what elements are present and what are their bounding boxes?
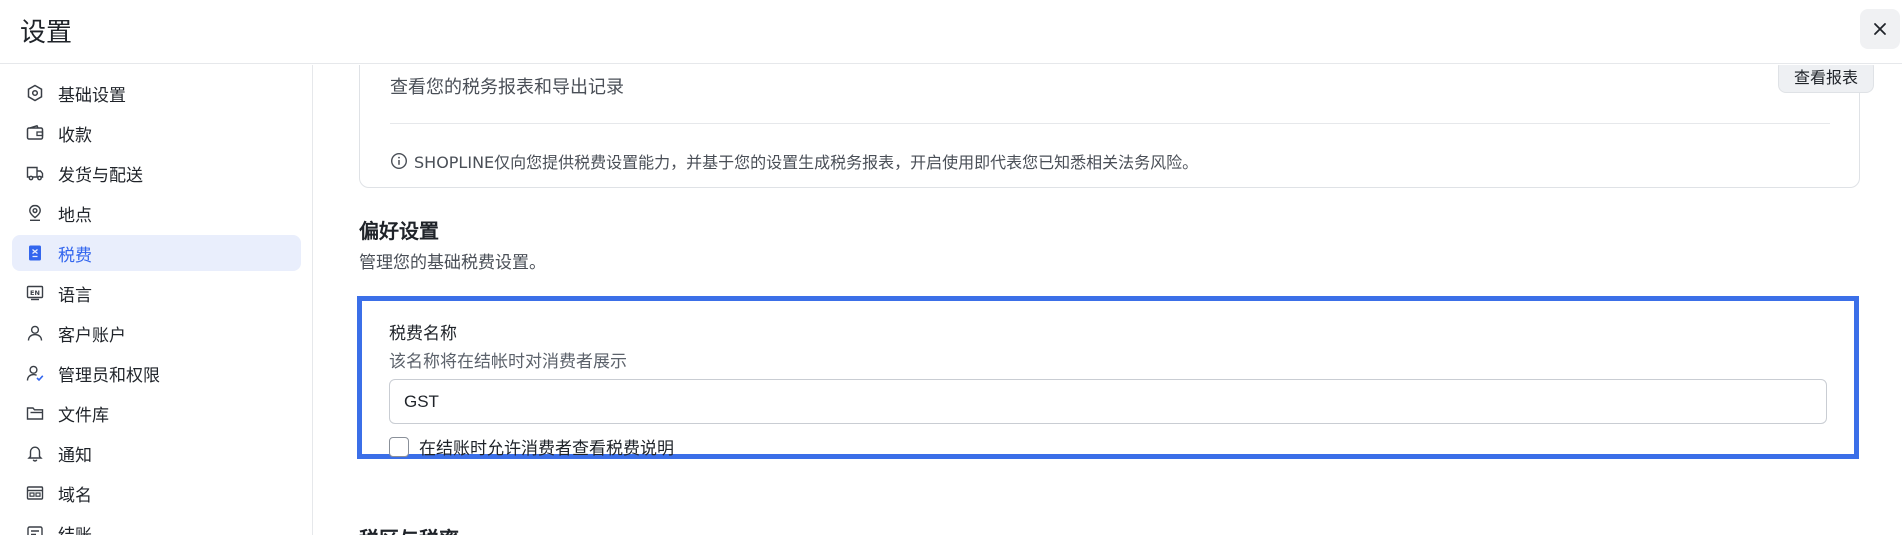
report-description: 查看您的税务报表和导出记录 (390, 77, 624, 98)
notice-text: SHOPLINE仅向您提供税费设置能力，并基于您的设置生成税务报表，开启使用即代… (414, 153, 1199, 172)
close-button[interactable] (1860, 9, 1900, 49)
info-icon (390, 152, 408, 170)
sidebar-item-taxes[interactable]: 税费 (12, 235, 301, 271)
sidebar-item-label: 收款 (58, 125, 92, 146)
sidebar-item-label: 客户账户 (58, 325, 126, 346)
tax-name-card: 税费名称 该名称将在结帐时对消费者展示 在结账时允许消费者查看税费说明 (357, 296, 1859, 459)
tax-receipt-icon (26, 244, 44, 262)
sidebar-item-shipping[interactable]: 发货与配送 (12, 155, 301, 191)
settings-main: 查看您的税务报表和导出记录 查看报表 SHOPLINE仅向您提供税费设置能力，并… (314, 65, 1902, 535)
checkbox-label: 在结账时允许消费者查看税费说明 (419, 439, 674, 459)
svg-text:EN: EN (30, 289, 40, 297)
tax-regions-title: 税区与税率 (359, 523, 459, 535)
sidebar-item-label: 基础设置 (58, 85, 126, 106)
sidebar-item-notifications[interactable]: 通知 (12, 435, 301, 471)
tax-report-card: 查看您的税务报表和导出记录 查看报表 SHOPLINE仅向您提供税费设置能力，并… (359, 65, 1874, 188)
show-tax-description-checkbox[interactable] (389, 436, 409, 457)
sidebar-item-file-library[interactable]: 文件库 (12, 395, 301, 431)
sidebar-item-label: 结账 (58, 521, 92, 535)
sidebar-item-label: 通知 (58, 445, 92, 466)
sidebar-item-admins-permissions[interactable]: 管理员和权限 (12, 355, 301, 391)
sidebar-item-customer-accounts[interactable]: 客户账户 (12, 315, 301, 351)
settings-sidebar: 基础设置 收款 发货与配送 地点 税费 EN 语言 客户账户 管理员和权限 文件… (0, 65, 313, 535)
user-check-icon (26, 364, 44, 382)
sidebar-item-basic-settings[interactable]: 基础设置 (12, 75, 301, 111)
checkout-icon (26, 524, 44, 535)
domain-icon (26, 484, 44, 502)
preferences-description: 管理您的基础税费设置。 (359, 253, 546, 273)
sidebar-item-label: 税费 (58, 245, 92, 266)
sidebar-item-label: 文件库 (58, 405, 109, 426)
tax-name-label: 税费名称 (389, 324, 457, 344)
sidebar-item-label: 管理员和权限 (58, 365, 160, 386)
sidebar-item-label: 语言 (58, 285, 92, 306)
truck-icon (26, 164, 44, 182)
page-title: 设置 (20, 18, 73, 48)
tax-name-input[interactable] (389, 379, 1827, 424)
sidebar-item-domains[interactable]: 域名 (12, 475, 301, 511)
folder-icon (26, 404, 44, 422)
preferences-title: 偏好设置 (359, 219, 439, 243)
sidebar-item-language[interactable]: EN 语言 (12, 275, 301, 311)
view-report-button[interactable]: 查看报表 (1778, 65, 1874, 93)
user-icon (26, 324, 44, 342)
bell-icon (26, 444, 44, 462)
divider (390, 123, 1830, 124)
wallet-icon (26, 124, 44, 142)
tax-name-help: 该名称将在结帐时对消费者展示 (389, 352, 627, 372)
sidebar-item-checkout[interactable]: 结账 (12, 515, 301, 535)
settings-header: 设置 (0, 0, 1902, 64)
sidebar-item-label: 地点 (58, 205, 92, 226)
location-pin-icon (26, 204, 44, 222)
hexagon-settings-icon (26, 84, 44, 102)
sidebar-item-label: 发货与配送 (58, 165, 143, 186)
sidebar-item-payments[interactable]: 收款 (12, 115, 301, 151)
legal-notice: SHOPLINE仅向您提供税费设置能力，并基于您的设置生成税务报表，开启使用即代… (390, 149, 1198, 173)
sidebar-item-locations[interactable]: 地点 (12, 195, 301, 231)
sidebar-item-label: 域名 (58, 485, 92, 506)
show-tax-description-option[interactable]: 在结账时允许消费者查看税费说明 (389, 434, 674, 459)
language-en-icon: EN (26, 284, 44, 302)
close-icon (1874, 23, 1886, 35)
